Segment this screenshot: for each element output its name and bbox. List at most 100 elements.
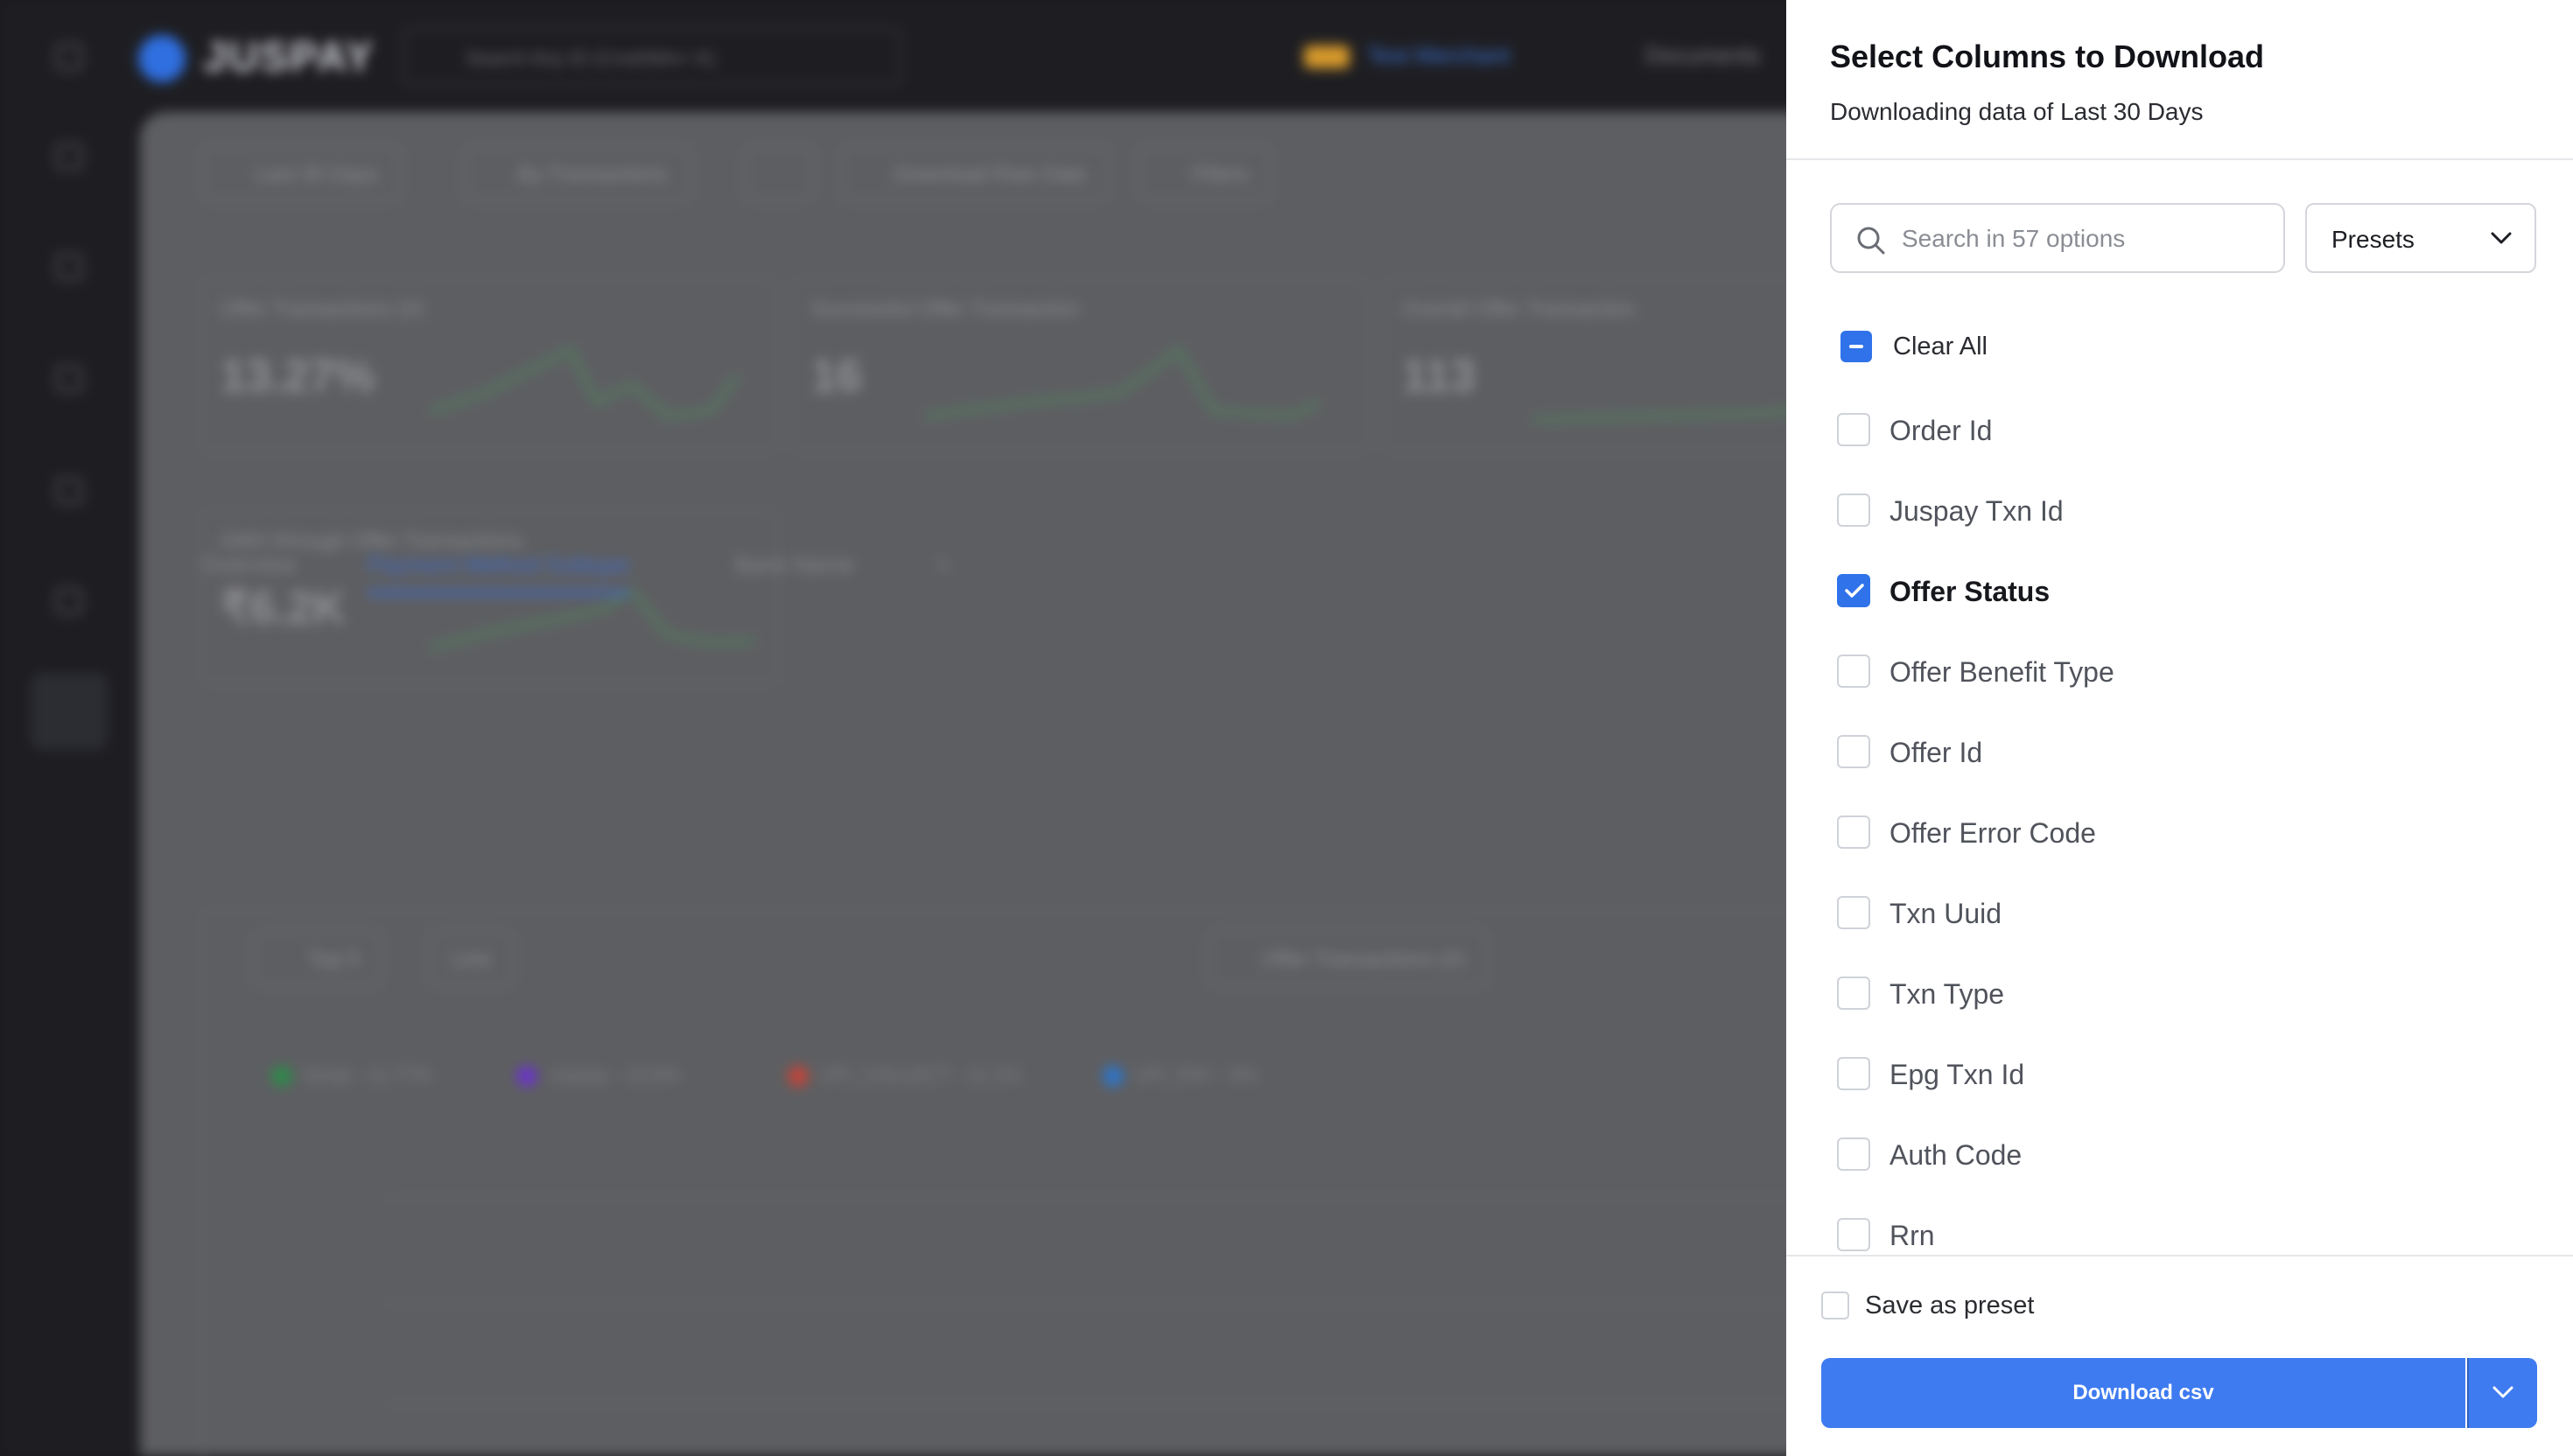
column-option-juspay-txn-id[interactable]: Juspay Txn Id	[1830, 483, 2530, 536]
column-option-txn-type[interactable]: Txn Type	[1830, 966, 2530, 1018]
users-icon[interactable]	[56, 588, 82, 614]
option-label: Offer Status	[1889, 576, 2051, 607]
metric-select[interactable]: Offer Transactions (#)	[1208, 930, 1488, 986]
drawer-subtitle: Downloading data of Last 30 Days	[1830, 98, 2204, 125]
option-checkbox[interactable]	[1837, 494, 1870, 527]
clear-all-option[interactable]: Clear All	[1830, 318, 2530, 371]
option-label: Txn Uuid	[1889, 898, 2002, 929]
column-option-epg-txn-id[interactable]: Epg Txn Id	[1830, 1046, 2530, 1099]
download-csv-button[interactable]: Download csv	[1821, 1358, 2465, 1428]
column-option-order-id[interactable]: Order Id	[1830, 402, 2530, 455]
option-label: Txn Type	[1889, 978, 2005, 1010]
kpi-value: 13.27%	[221, 351, 375, 402]
tab-overview[interactable]: Overview	[201, 551, 296, 578]
kpi-value: ₹6.2K	[221, 583, 346, 634]
kpi-sparkline	[925, 347, 1320, 418]
column-options-list[interactable]: Clear All Order Id Juspay Txn Id Offer S…	[1786, 306, 2573, 1256]
option-label: Juspay Txn Id	[1889, 495, 2064, 527]
juspay-logo-icon	[138, 35, 186, 82]
column-option-offer-id[interactable]: Offer Id	[1830, 724, 2530, 777]
option-label: Rrn	[1889, 1220, 1935, 1251]
kpi-card[interactable]: Successful Offer Transaction 16	[792, 278, 1370, 453]
merchant-selector[interactable]: Test Merchant	[1367, 42, 1510, 69]
offers-nav-active[interactable]	[32, 674, 107, 749]
docs-link[interactable]: Documents	[1645, 42, 1761, 69]
kpi-label: GMV through Offer Transactions	[221, 529, 523, 553]
chart-gridline	[385, 1302, 1873, 1304]
legend-dot	[1103, 1066, 1124, 1087]
column-option-rrn[interactable]: Rrn	[1830, 1208, 2530, 1256]
global-search-input[interactable]: Search Any ID (Cmd/Win+ K)	[403, 28, 901, 86]
date-filter[interactable]: Last 30 Days	[201, 145, 402, 201]
chart-gridline	[385, 1197, 1873, 1199]
legend-dot	[788, 1066, 809, 1087]
option-checkbox-checked[interactable]	[1837, 574, 1870, 607]
drawer-title: Select Columns to Download	[1830, 38, 2265, 74]
option-checkbox[interactable]	[1837, 896, 1870, 929]
download-raw-button[interactable]: Download Raw Data	[840, 145, 1109, 201]
legend-item[interactable]: UPI_COLLECT - 11.1%	[819, 1064, 1020, 1087]
option-checkbox[interactable]	[1837, 816, 1870, 849]
kpi-label: Successful Offer Transaction	[811, 298, 1080, 321]
column-search-box[interactable]	[1830, 203, 2285, 273]
option-checkbox[interactable]	[1837, 654, 1870, 688]
kpi-value: 16	[811, 351, 862, 402]
option-label: Offer Error Code	[1889, 817, 2096, 849]
clear-all-checkbox[interactable]	[1840, 331, 1872, 362]
presets-label: Presets	[2331, 226, 2415, 253]
kpi-label: Offer Transactions (#)	[221, 298, 424, 321]
kpi-card[interactable]: Offer Transactions (#) 13.27%	[201, 278, 779, 453]
column-option-auth-code[interactable]: Auth Code	[1830, 1127, 2530, 1180]
option-label: Auth Code	[1889, 1139, 2023, 1171]
option-checkbox[interactable]	[1837, 1138, 1870, 1171]
legend-item[interactable]: UPI_PAY - 9%	[1134, 1064, 1258, 1087]
merchant-badge	[1304, 46, 1350, 68]
option-checkbox[interactable]	[1837, 413, 1870, 446]
save-preset-label: Save as preset	[1865, 1292, 2035, 1320]
compare-filter[interactable]	[744, 145, 814, 201]
chart-container	[201, 908, 1864, 1456]
tab-add[interactable]: +	[936, 551, 950, 578]
chevron-down-icon	[2491, 232, 2512, 244]
column-option-offer-status[interactable]: Offer Status	[1830, 564, 2530, 616]
clear-all-label: Clear All	[1893, 332, 1988, 360]
tab-bank-name[interactable]: Bank Name	[735, 551, 854, 578]
chart-gridline	[385, 1403, 1873, 1404]
option-checkbox[interactable]	[1837, 1057, 1870, 1090]
home-icon[interactable]	[56, 144, 82, 170]
group-filter[interactable]: By Transactions	[464, 145, 691, 201]
download-options-dropdown[interactable]	[2467, 1358, 2537, 1428]
kpi-label: Overall Offer Transaction	[1402, 298, 1636, 321]
column-option-offer-benefit-type[interactable]: Offer Benefit Type	[1830, 644, 2530, 696]
save-preset-checkbox[interactable]	[1821, 1292, 1849, 1320]
legend-dot	[271, 1066, 292, 1087]
column-option-txn-uuid[interactable]: Txn Uuid	[1830, 886, 2530, 938]
tab-payment-method-subtype[interactable]: Payment Method Subtype	[368, 551, 630, 595]
top-n-select[interactable]: Top 5	[254, 930, 382, 986]
column-option-offer-error-code[interactable]: Offer Error Code	[1830, 805, 2530, 858]
presets-dropdown[interactable]: Presets	[2305, 203, 2536, 273]
global-search-placeholder: Search Any ID (Cmd/Win+ K)	[466, 47, 716, 69]
legend-dot	[516, 1066, 537, 1087]
kpi-value: 113	[1402, 351, 1476, 402]
analytics-icon[interactable]	[56, 366, 82, 392]
logo-text: JUSPAY	[203, 34, 375, 80]
left-nav-rail	[0, 0, 138, 1456]
option-checkbox[interactable]	[1837, 1218, 1870, 1251]
option-checkbox[interactable]	[1837, 976, 1870, 1010]
chart-type-select[interactable]: Line	[429, 930, 515, 986]
legend-item[interactable]: Simpl - 11.77%	[303, 1064, 432, 1087]
menu-icon[interactable]	[56, 44, 82, 70]
download-columns-drawer: Select Columns to Download Downloading d…	[1786, 0, 2573, 1456]
column-search-input[interactable]	[1902, 217, 2269, 261]
drawer-footer: Save as preset Download csv	[1786, 1255, 2573, 1456]
option-label: Offer Id	[1889, 737, 1983, 768]
filters-button[interactable]: Filters	[1138, 145, 1272, 201]
kpi-card[interactable]: GMV through Offer Transactions ₹6.2K	[201, 510, 779, 685]
legend-item[interactable]: Juspay - 10.8%	[548, 1064, 681, 1087]
settings-icon[interactable]	[56, 478, 82, 504]
option-checkbox[interactable]	[1837, 735, 1870, 768]
checkmark-icon	[1845, 584, 1864, 598]
drawer-header: Select Columns to Download Downloading d…	[1786, 0, 2573, 160]
orders-icon[interactable]	[56, 254, 82, 280]
